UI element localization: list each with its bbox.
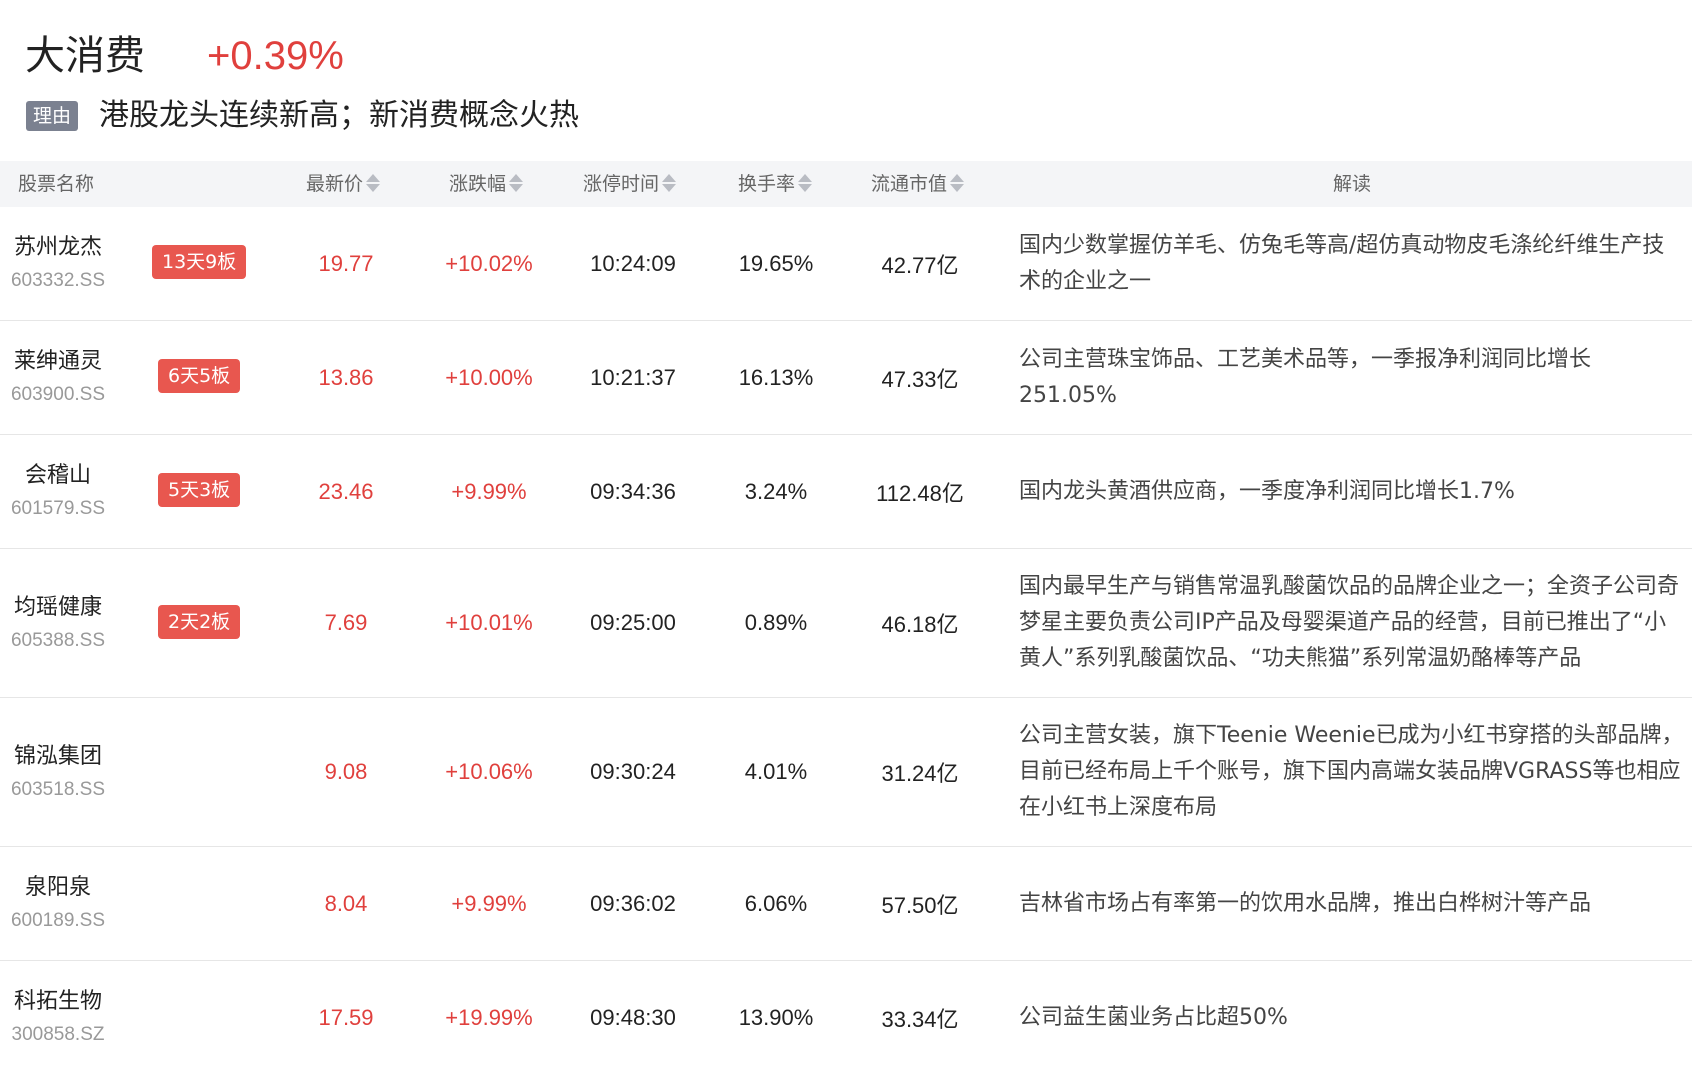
change-percent: +10.06%	[445, 759, 533, 784]
latest-price: 23.46	[318, 478, 374, 504]
latest-price: 13.86	[318, 364, 374, 390]
analysis-text: 公司主营女装，旗下Teenie Weenie已成为小红书穿搭的头部品牌，目前已经…	[1019, 723, 1684, 820]
turnover-rate: 6.06%	[744, 890, 808, 916]
limit-streak-badge: 6天5板	[158, 359, 241, 393]
sector-header: 大消费 +0.39% 理由 港股龙头连续新高；新消费概念火热	[0, 0, 1692, 160]
table-row[interactable]: 锦泓集团 603518.SS 9.08 +10.06% 09:30:24 4.0…	[0, 698, 1692, 847]
column-header-price[interactable]: 最新价	[306, 161, 381, 207]
stock-name[interactable]: 均瑶健康	[0, 589, 116, 621]
market-cap: 42.77亿	[881, 252, 959, 278]
turnover-rate: 13.90%	[738, 1005, 814, 1030]
stock-code: 300858.SZ	[11, 1024, 105, 1045]
change-percent: +10.00%	[445, 364, 533, 390]
table-row[interactable]: 莱绅通灵 603900.SS 6天5板 13.86 +10.00% 10:21:…	[0, 321, 1692, 435]
sort-icon[interactable]	[798, 172, 813, 194]
market-cap: 57.50亿	[881, 892, 959, 918]
limit-up-time: 09:34:36	[590, 478, 676, 504]
sector-change: +0.39%	[207, 34, 344, 78]
stock-code: 603332.SS	[10, 270, 106, 291]
table-row[interactable]: 科拓生物 300858.SZ 17.59 +19.99% 09:48:30 13…	[0, 961, 1692, 1075]
turnover-rate: 0.89%	[744, 610, 808, 635]
market-cap: 47.33亿	[881, 366, 959, 392]
turnover-rate: 4.01%	[744, 759, 808, 784]
latest-price: 19.77	[318, 250, 374, 276]
sort-icon[interactable]	[366, 172, 381, 194]
limit-up-time: 09:30:24	[590, 759, 676, 784]
table-row[interactable]: 苏州龙杰 603332.SS 13天9板 19.77 +10.02% 10:24…	[0, 207, 1692, 321]
market-cap: 33.34亿	[881, 1007, 959, 1032]
limit-streak-badge: 2天2板	[158, 605, 241, 639]
stock-name[interactable]: 泉阳泉	[0, 869, 116, 901]
analysis-text: 国内少数掌握仿羊毛、仿兔毛等高/超仿真动物皮毛涤纶纤维生产技术的企业之一	[1019, 232, 1665, 294]
change-percent: +9.99%	[451, 890, 527, 916]
sector-name: 大消费	[25, 33, 145, 79]
column-header-limit-time[interactable]: 涨停时间	[583, 161, 677, 207]
table-row[interactable]: 会稽山 601579.SS 5天3板 23.46 +9.99% 09:34:36…	[0, 435, 1692, 549]
stock-name[interactable]: 苏州龙杰	[0, 229, 116, 261]
sort-icon[interactable]	[662, 172, 677, 194]
turnover-rate: 3.24%	[744, 478, 808, 504]
analysis-text: 吉林省市场占有率第一的饮用水品牌，推出白桦树汁等产品	[1019, 890, 1592, 916]
limit-up-time: 10:24:09	[590, 250, 676, 276]
sort-icon[interactable]	[509, 172, 524, 194]
change-percent: +10.01%	[445, 610, 533, 635]
limit-up-time: 09:36:02	[590, 890, 676, 916]
market-cap: 46.18亿	[881, 612, 959, 637]
table-row[interactable]: 泉阳泉 600189.SS 8.04 +9.99% 09:36:02 6.06%…	[0, 847, 1692, 961]
latest-price: 7.69	[324, 610, 368, 635]
analysis-text: 公司主营珠宝饰品、工艺美术品等，一季报净利润同比增长251.05%	[1019, 346, 1592, 408]
analysis-text: 国内最早生产与销售常温乳酸菌饮品的品牌企业之一；全资子公司奇梦星主要负责公司IP…	[1019, 574, 1680, 671]
market-cap: 31.24亿	[881, 761, 959, 786]
latest-price: 17.59	[318, 1005, 374, 1030]
limit-up-time: 09:25:00	[590, 610, 676, 635]
change-percent: +9.99%	[451, 478, 527, 504]
stock-code: 603900.SS	[10, 384, 106, 405]
stock-name[interactable]: 科拓生物	[0, 983, 116, 1015]
table-header: 股票名称 最新价 涨跌幅 涨停时间 换手率 流通市值 解读	[0, 161, 1692, 207]
stock-code: 605388.SS	[10, 630, 106, 651]
stock-code: 601579.SS	[10, 498, 106, 519]
column-header-name: 股票名称	[18, 173, 95, 195]
limit-up-time: 10:21:37	[590, 364, 676, 390]
reason-tag: 理由	[26, 101, 78, 131]
turnover-rate: 16.13%	[738, 364, 814, 390]
latest-price: 9.08	[324, 759, 368, 784]
limit-streak-badge: 5天3板	[158, 473, 241, 507]
stock-name[interactable]: 锦泓集团	[0, 738, 116, 770]
table-row[interactable]: 均瑶健康 605388.SS 2天2板 7.69 +10.01% 09:25:0…	[0, 549, 1692, 698]
limit-streak-badge: 13天9板	[152, 245, 247, 279]
column-header-change[interactable]: 涨跌幅	[449, 161, 524, 207]
turnover-rate: 19.65%	[738, 250, 814, 276]
stock-name[interactable]: 会稽山	[0, 457, 116, 489]
stock-table-body: 苏州龙杰 603332.SS 13天9板 19.77 +10.02% 10:24…	[0, 207, 1692, 1075]
limit-up-time: 09:48:30	[590, 1005, 676, 1030]
column-header-market-cap[interactable]: 流通市值	[871, 161, 965, 207]
analysis-text: 国内龙头黄酒供应商，一季度净利润同比增长1.7%	[1019, 478, 1515, 504]
latest-price: 8.04	[324, 890, 368, 916]
column-header-analysis: 解读	[1333, 173, 1372, 195]
change-percent: +10.02%	[445, 250, 533, 276]
sort-icon[interactable]	[950, 172, 965, 194]
stock-code: 600189.SS	[10, 910, 106, 931]
stock-name[interactable]: 莱绅通灵	[0, 343, 116, 375]
stock-code: 603518.SS	[10, 779, 106, 800]
column-header-turnover[interactable]: 换手率	[738, 161, 813, 207]
market-cap: 112.48亿	[876, 480, 964, 506]
change-percent: +19.99%	[445, 1005, 533, 1030]
reason-text: 港股龙头连续新高；新消费概念火热	[99, 98, 579, 133]
analysis-text: 公司益生菌业务占比超50%	[1019, 1005, 1288, 1030]
